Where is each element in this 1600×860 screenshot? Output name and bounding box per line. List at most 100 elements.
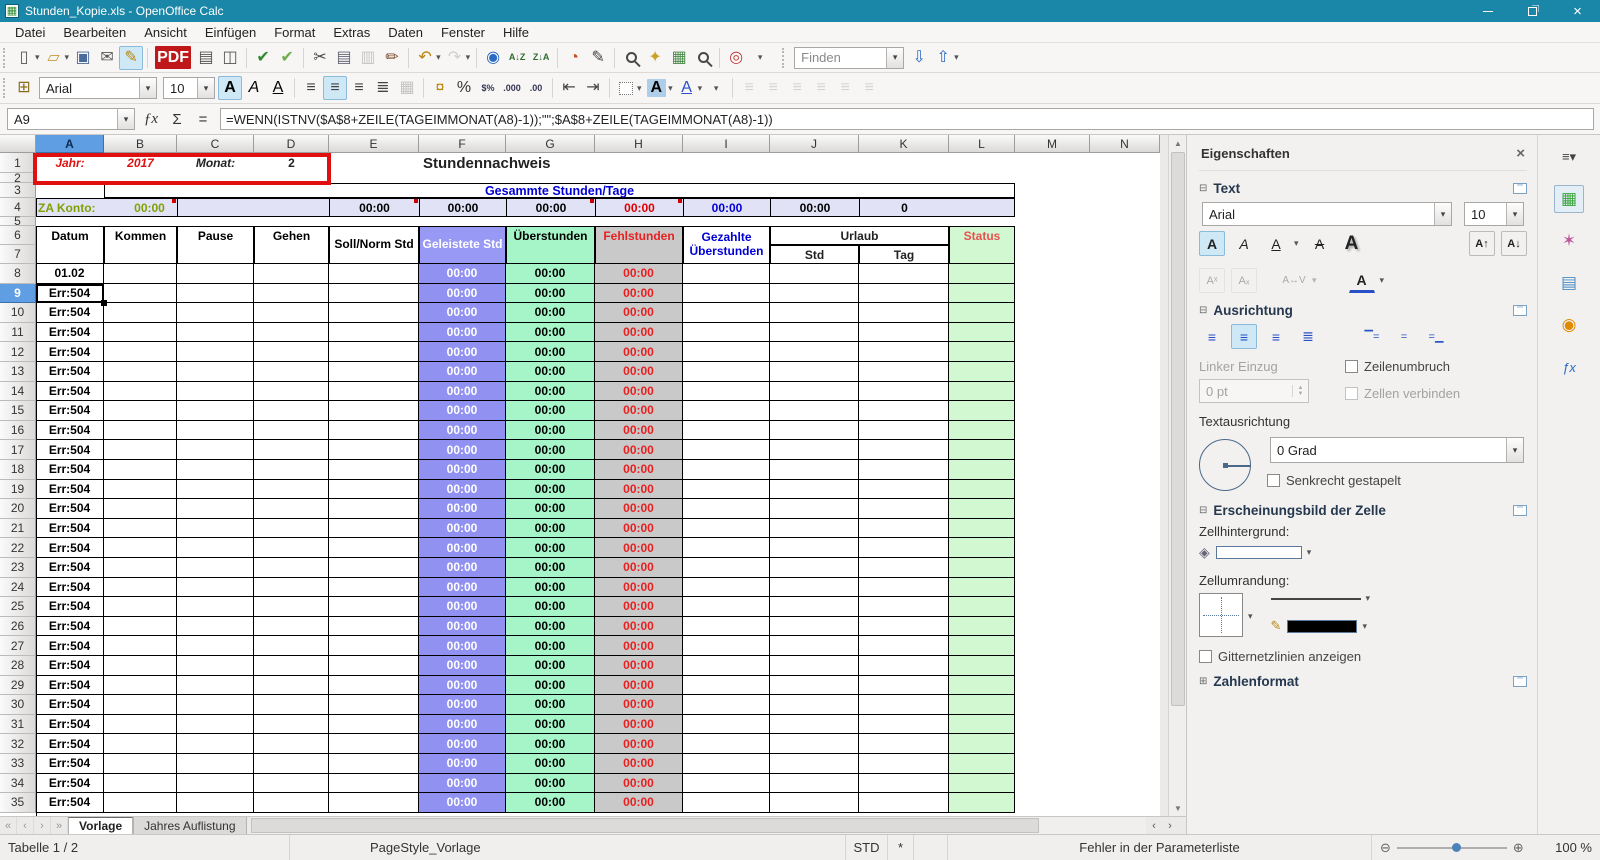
header-cell-gezahlte[interactable]: Gezahlte Überstunden [683, 226, 770, 264]
cell-A18[interactable]: Err:504 [36, 460, 104, 480]
cell-J18[interactable] [770, 460, 859, 480]
cell-E30[interactable] [329, 695, 419, 715]
cell-A17[interactable]: Err:504 [36, 440, 104, 460]
column-header-E[interactable]: E [329, 135, 419, 153]
cell-I16[interactable] [683, 420, 770, 441]
cell-F10[interactable]: 00:00 [419, 303, 506, 323]
cell-I12[interactable] [683, 342, 770, 362]
cell-E11[interactable] [329, 322, 419, 343]
cell-B10[interactable] [104, 303, 177, 323]
cell-J21[interactable] [770, 518, 859, 539]
cell-G18[interactable]: 00:00 [506, 460, 595, 480]
column-header-L[interactable]: L [949, 135, 1015, 153]
cell-D30[interactable] [254, 695, 329, 715]
align-objects-left-button[interactable]: ≡ [737, 76, 761, 100]
page-preview-button[interactable]: ◫ [218, 46, 242, 70]
collapse-icon[interactable]: ⊟ [1199, 183, 1207, 194]
cell-E33[interactable] [329, 754, 419, 774]
cell-L21[interactable] [949, 518, 1015, 539]
cell-B11[interactable] [104, 322, 177, 343]
cell-C19[interactable] [177, 479, 254, 500]
zoom-in-icon[interactable]: ⊕ [1513, 840, 1524, 856]
align-objects-right-button[interactable]: ≡ [785, 76, 809, 100]
cell-I28[interactable] [683, 656, 770, 676]
cell-K11[interactable] [859, 322, 949, 343]
row-header-10[interactable]: 10 [0, 303, 36, 323]
cell-L31[interactable] [949, 714, 1015, 735]
cell-F31[interactable]: 00:00 [419, 714, 506, 735]
cell-C13[interactable] [177, 362, 254, 382]
cell-G30[interactable]: 00:00 [506, 695, 595, 715]
section-number-format-header[interactable]: ⊞ Zahlenformat ⋯ [1199, 674, 1527, 689]
cell-C25[interactable] [177, 597, 254, 617]
sidebar-font-name[interactable]: Arial ▾ [1202, 202, 1452, 226]
cell-H14[interactable]: 00:00 [595, 381, 683, 402]
cell-I29[interactable] [683, 675, 770, 696]
cell-D35[interactable] [254, 793, 329, 813]
center-objects-vertical-button[interactable]: ≡ [833, 76, 857, 100]
cell-I19[interactable] [683, 479, 770, 500]
border-line-style-dropdown[interactable]: ▾ [1366, 593, 1371, 604]
border-selector[interactable] [1199, 593, 1243, 637]
cell-F23[interactable]: 00:00 [419, 558, 506, 578]
cell-D22[interactable] [254, 538, 329, 558]
cell-B28[interactable] [104, 656, 177, 676]
format-currency-button[interactable]: ¤ [428, 76, 452, 100]
cell-J17[interactable] [770, 440, 859, 460]
cell-F22[interactable]: 00:00 [419, 538, 506, 558]
cell-E31[interactable] [329, 714, 419, 735]
scroll-down-icon[interactable]: ▼ [1170, 800, 1186, 816]
row-header-21[interactable]: 21 [0, 518, 36, 539]
cell-C9[interactable] [177, 283, 254, 304]
sidebar-underline-dropdown[interactable]: ▾ [1294, 238, 1299, 249]
cell-A32[interactable]: Err:504 [36, 734, 104, 754]
sidebar-close-icon[interactable]: × [1516, 145, 1525, 162]
sidebar-align-right-button[interactable]: ≡ [1263, 324, 1289, 349]
navigator-tab-icon[interactable]: ◉ [1554, 311, 1584, 339]
cell-J27[interactable] [770, 636, 859, 656]
sidebar-underline-button[interactable]: A [1263, 231, 1289, 256]
cell-K21[interactable] [859, 518, 949, 539]
spellcheck-button[interactable]: ✔ [251, 46, 275, 70]
cell-K23[interactable] [859, 558, 949, 578]
cell-E27[interactable] [329, 636, 419, 656]
header-cell-fehlstunden[interactable]: Fehlstunden [595, 226, 683, 264]
wrap-text-checkbox[interactable] [1345, 360, 1358, 373]
cell-C15[interactable] [177, 401, 254, 421]
cell-K12[interactable] [859, 342, 949, 362]
sidebar-italic-button[interactable]: A [1231, 231, 1257, 256]
cell-L12[interactable] [949, 342, 1015, 362]
cell-J34[interactable] [770, 773, 859, 794]
font-color-dropdown[interactable]: ▾ [698, 83, 703, 94]
sidebar-font-color-button[interactable]: A [1348, 268, 1375, 293]
align-justify-button[interactable]: ≣ [371, 76, 395, 100]
cell-C18[interactable] [177, 460, 254, 480]
cell-L20[interactable] [949, 499, 1015, 519]
cell-H15[interactable]: 00:00 [595, 401, 683, 421]
cell-K9[interactable] [859, 283, 949, 304]
row-header-13[interactable]: 13 [0, 362, 36, 382]
horizontal-scrollbar[interactable] [250, 817, 1146, 834]
cell-K25[interactable] [859, 597, 949, 617]
cell-A24[interactable]: Err:504 [36, 577, 104, 598]
cell-A15[interactable]: Err:504 [36, 401, 104, 421]
cell-D16[interactable] [254, 420, 329, 441]
menu-datei[interactable]: Datei [6, 23, 54, 42]
format-paintbrush-button[interactable]: ✏ [380, 46, 404, 70]
header-cell-ueberstunden[interactable]: Überstunden [506, 226, 595, 264]
select-all-corner[interactable] [0, 135, 36, 153]
cell-I26[interactable] [683, 616, 770, 637]
row-header-25[interactable]: 25 [0, 597, 36, 617]
cell-K14[interactable] [859, 381, 949, 402]
cell-background-swatch[interactable] [1215, 546, 1302, 559]
name-box[interactable]: A9 ▾ [7, 108, 135, 130]
cell-F16[interactable]: 00:00 [419, 420, 506, 441]
cell-L32[interactable] [949, 734, 1015, 754]
cell-G28[interactable]: 00:00 [506, 656, 595, 676]
section-cell-appearance-header[interactable]: ⊟ Erscheinungsbild der Zelle ⋯ [1199, 503, 1527, 518]
cell-B25[interactable] [104, 597, 177, 617]
cell-H33[interactable]: 00:00 [595, 754, 683, 774]
cell-F26[interactable]: 00:00 [419, 616, 506, 637]
cell-L15[interactable] [949, 401, 1015, 421]
sidebar-align-center-button[interactable]: ≡ [1231, 324, 1257, 349]
